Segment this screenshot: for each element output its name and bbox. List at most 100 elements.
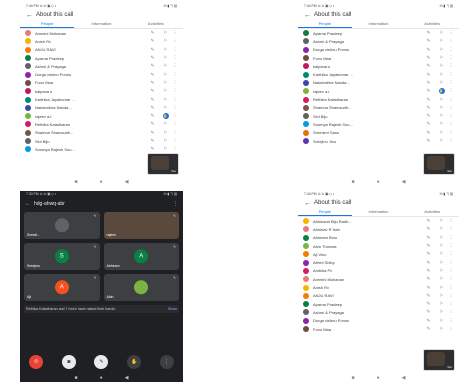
more-options-icon[interactable]: ⋮ [448, 293, 454, 299]
meeting-code[interactable]: hdg-ahwq-abr [34, 201, 173, 207]
participant-row[interactable]: Sini Biju ✎ ⚐ ⋮ [298, 112, 459, 120]
mic-icon[interactable]: ✎ [422, 218, 435, 224]
participant-row[interactable]: Durga vishnu Ponnu ✎ ⚐ ⋮ [20, 70, 183, 78]
pin-icon[interactable]: ⚐ [435, 130, 448, 136]
back-nav-icon[interactable]: ◀ [402, 179, 406, 185]
participant-row[interactable]: Anish Rv ✎ ⚐ ⋮ [298, 283, 459, 291]
pin-icon[interactable]: ⚐ [435, 218, 448, 224]
pin-icon[interactable]: ⚐ [435, 30, 448, 36]
participant-row[interactable]: Durga vishnu Ponnu ✎ ⚐ ⋮ [298, 317, 459, 325]
more-options-icon[interactable]: ⋮ [172, 88, 178, 94]
mic-icon[interactable]: ✎ [146, 113, 159, 119]
participant-row[interactable]: kalpana s ✎ ⚐ ⋮ [20, 87, 183, 95]
mic-icon[interactable]: ✎ [146, 121, 159, 127]
pin-icon[interactable]: ⚐ [159, 97, 172, 103]
mic-icon[interactable]: ✎ [146, 105, 159, 111]
more-options-icon[interactable]: ⋮ [448, 130, 454, 136]
tab-activities[interactable]: Activities [405, 20, 459, 28]
mic-icon[interactable]: ✎ [422, 318, 435, 324]
mic-icon[interactable]: ✎ [422, 138, 435, 144]
more-options-button[interactable]: ⋮ [159, 355, 174, 369]
more-options-icon[interactable]: ⋮ [448, 38, 454, 44]
mic-icon[interactable]: ✎ [422, 268, 435, 274]
mic-icon[interactable]: ✎ [422, 121, 435, 127]
participant-row[interactable]: Nakshathra Nanda... ✎ ⚐ ⋮ [298, 79, 459, 87]
pin-icon[interactable]: ⚐ [159, 30, 172, 36]
pin-icon[interactable]: ⚐ [435, 113, 448, 119]
recents-icon[interactable]: ■ [75, 179, 78, 185]
participant-row[interactable]: Abhiram Binu ✎ ⚐ ⋮ [298, 234, 459, 242]
participant-row[interactable]: Ashmi & Prayaga ✎ ⚐ ⋮ [298, 37, 459, 45]
participant-row[interactable]: Ashmi & Prayaga ✎ ⚐ ⋮ [20, 62, 183, 70]
more-options-icon[interactable]: ⋮ [448, 226, 454, 232]
mic-icon[interactable]: ✎ [146, 138, 159, 144]
self-view-thumbnail[interactable]: You [423, 349, 455, 371]
more-options-icon[interactable]: ⋮ [448, 235, 454, 241]
raise-hand-button[interactable]: ✋ [127, 355, 142, 369]
mic-icon[interactable]: ✎ [422, 226, 435, 232]
back-arrow-icon[interactable]: ← [304, 12, 314, 19]
tab-people[interactable]: People [298, 20, 352, 28]
recents-icon[interactable]: ■ [352, 179, 355, 185]
mic-icon[interactable]: ✎ [422, 113, 435, 119]
more-options-icon[interactable]: ⋮ [172, 130, 178, 136]
pin-icon[interactable]: ⚐ [435, 105, 448, 111]
pin-icon[interactable]: ⚐ [435, 38, 448, 44]
participant-row[interactable]: kalpana s ✎ ⚐ ⋮ [298, 62, 459, 70]
pin-icon[interactable]: ⚐ [435, 276, 448, 282]
more-options-icon[interactable]: ⋮ [172, 55, 178, 61]
home-icon[interactable]: ● [377, 375, 380, 381]
pin-icon[interactable]: ⚐ [435, 226, 448, 232]
participant-row[interactable]: Nakshathra Nanda... ✎ ⚐ ⋮ [20, 104, 183, 112]
video-tile[interactable]: ✎ Abin [103, 274, 179, 301]
video-tile[interactable]: A ✎ Ajt [24, 274, 100, 301]
pin-icon[interactable]: ⚐ [435, 268, 448, 274]
more-options-icon[interactable]: ⋮ [448, 318, 454, 324]
participant-row[interactable]: Sreedevi Sanu ✎ ⚐ ⋮ [298, 129, 459, 137]
participant-row[interactable]: Soumya Rajesh Sou... ✎ ⚐ ⋮ [298, 120, 459, 128]
more-options-icon[interactable]: ⋮ [172, 38, 178, 44]
pin-icon[interactable]: ⚐ [159, 105, 172, 111]
participant-row[interactable]: Karthika Jayakumar ... ✎ ⚐ ⋮ [298, 70, 459, 78]
participant-row[interactable]: Ammini Mohanan ✎ ⚐ ⋮ [298, 275, 459, 283]
participant-row[interactable]: Shamna Shamsudh... ✎ ⚐ ⋮ [298, 104, 459, 112]
pin-icon[interactable]: ⚐ [159, 88, 172, 94]
pin-icon[interactable]: ⚐ [159, 130, 172, 136]
tab-activities[interactable]: Activities [405, 208, 459, 216]
mic-icon[interactable]: ✎ [146, 63, 159, 69]
mic-icon[interactable]: ✎ [422, 309, 435, 315]
pin-icon[interactable]: ⚐ [435, 97, 448, 103]
video-tile[interactable]: ✎ rajeev [103, 212, 179, 239]
pin-icon[interactable]: ⚐ [435, 80, 448, 86]
more-options-icon[interactable]: ⋮ [448, 113, 454, 119]
participant-row[interactable]: Ashmi & Prayaga ✎ ⚐ ⋮ [298, 308, 459, 316]
pin-icon[interactable]: ⚐ [435, 63, 448, 69]
participant-row[interactable]: Alfred Shiby ✎ ⚐ ⋮ [298, 258, 459, 266]
mic-icon[interactable]: ✎ [422, 326, 435, 332]
back-arrow-icon[interactable]: ← [26, 12, 36, 19]
more-options-icon[interactable]: ⋮ [448, 30, 454, 36]
more-options-icon[interactable]: ⋮ [172, 146, 178, 152]
participant-row[interactable]: Aparna Pradeep ✎ ⚐ ⋮ [298, 300, 459, 308]
back-nav-icon[interactable]: ◀ [125, 375, 129, 381]
mic-icon[interactable]: ✎ [146, 130, 159, 136]
participant-row[interactable]: Karthika Jayakumar ... ✎ ⚐ ⋮ [20, 95, 183, 103]
mic-icon[interactable]: ✎ [146, 97, 159, 103]
participant-row[interactable]: Sini Biju ✎ ⚐ ⋮ [20, 137, 183, 145]
tab-information[interactable]: Information [352, 20, 406, 28]
mic-icon[interactable]: ✎ [422, 30, 435, 36]
pin-icon[interactable]: ⚐ [435, 318, 448, 324]
mic-icon[interactable]: ✎ [422, 47, 435, 53]
more-options-icon[interactable]: ⋮ [448, 243, 454, 249]
mic-icon[interactable]: ✎ [422, 293, 435, 299]
more-options-icon[interactable]: ⋮ [448, 268, 454, 274]
more-options-icon[interactable]: ⋮ [448, 72, 454, 78]
pin-icon[interactable]: ⚐ [435, 326, 448, 332]
show-button[interactable]: Show [168, 307, 177, 311]
pin-icon[interactable]: ⚐ [435, 251, 448, 257]
more-options-icon[interactable]: ⋮ [448, 285, 454, 291]
pin-icon[interactable]: ⚐ [435, 260, 448, 266]
participant-row[interactable]: Abin Thomas ✎ ⚐ ⋮ [298, 242, 459, 250]
mic-icon[interactable]: ✎ [422, 80, 435, 86]
pin-icon[interactable]: ⚐ [159, 63, 172, 69]
